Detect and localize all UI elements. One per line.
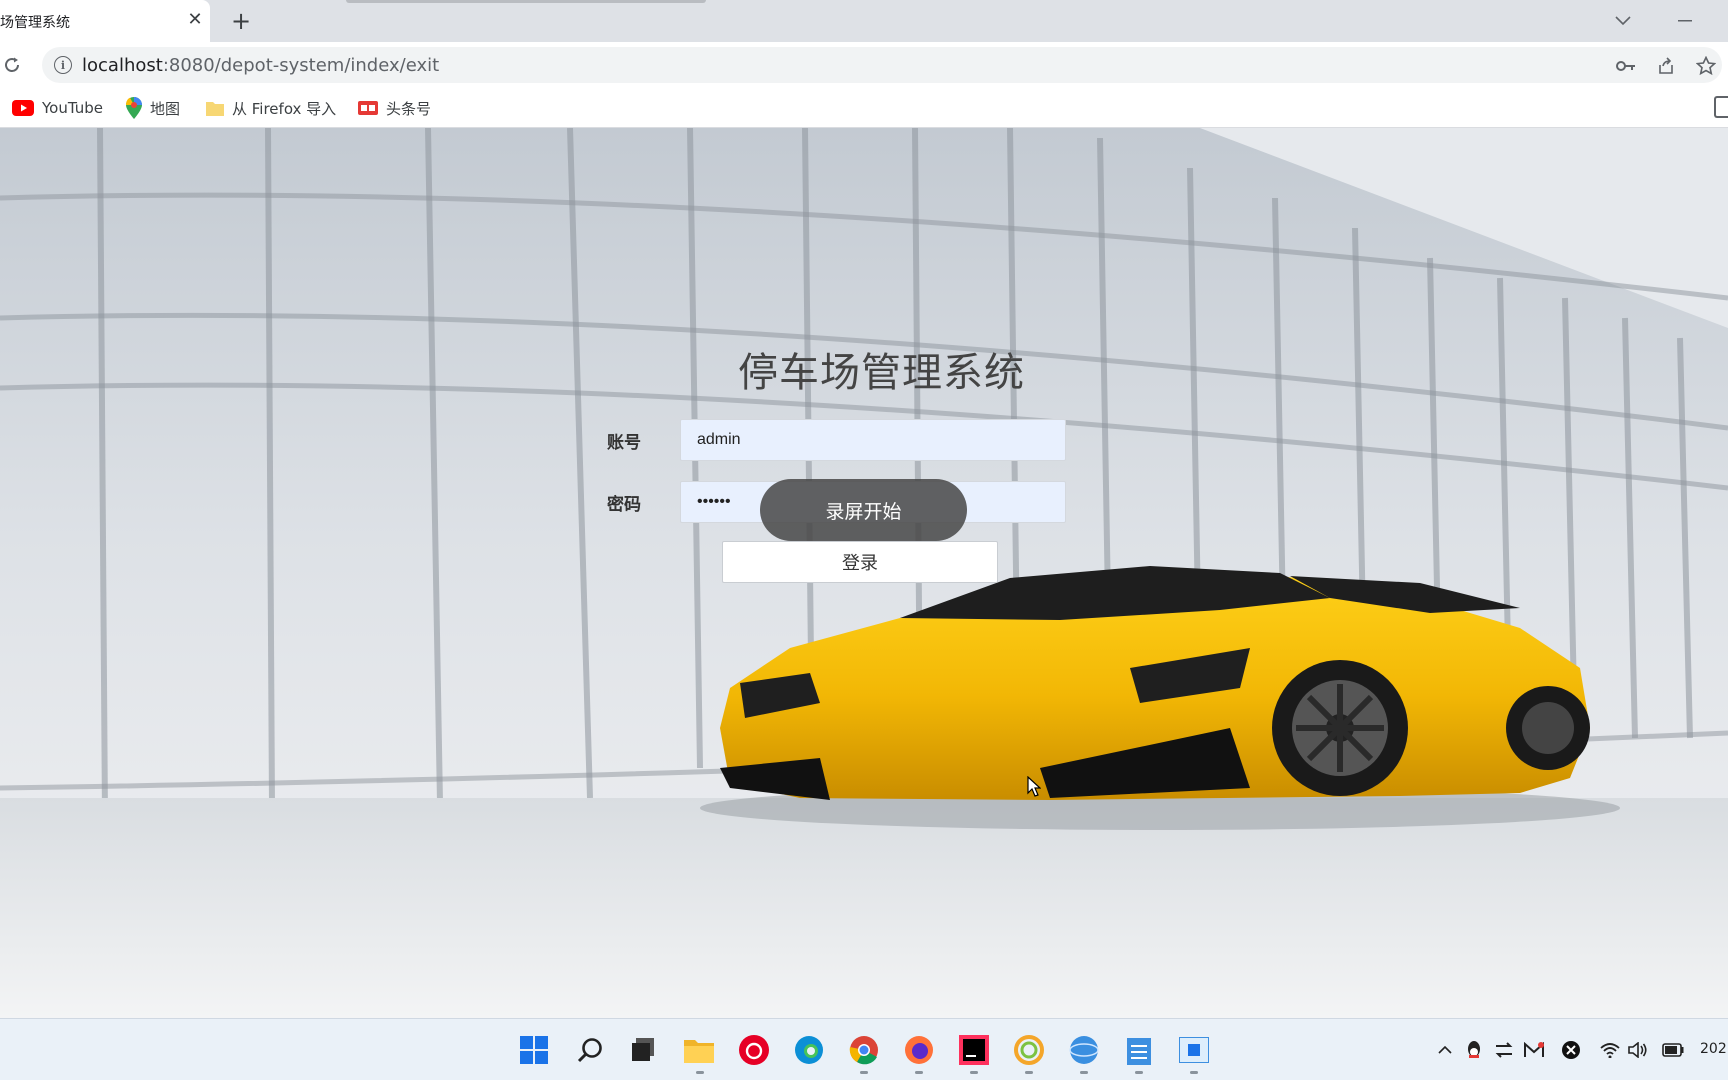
running-indicator (970, 1071, 978, 1074)
wifi-icon[interactable] (1599, 1039, 1621, 1061)
bookmark-maps[interactable]: 地图 (126, 96, 180, 120)
volume-icon[interactable] (1627, 1039, 1649, 1061)
login-title: 停车场管理系统 (738, 350, 1025, 396)
running-indicator (1135, 1071, 1143, 1074)
youtube-icon (12, 100, 34, 116)
running-indicator (1190, 1071, 1198, 1074)
bookmark-label: 头条号 (386, 99, 432, 118)
maps-pin-icon (126, 97, 142, 119)
site-info-icon[interactable]: i (54, 56, 72, 74)
app-circle-icon[interactable] (1012, 1033, 1046, 1067)
screen-share-indicator (346, 0, 706, 3)
browser-toolbar: i localhost:8080/depot-system/index/exit (0, 42, 1728, 88)
minimize-window-icon[interactable] (1670, 8, 1700, 34)
tab-search-chevron-icon[interactable] (1610, 8, 1636, 34)
account-label: 账号 (607, 433, 641, 453)
login-button[interactable]: 登录 (722, 541, 998, 583)
search-icon[interactable] (573, 1033, 607, 1067)
reload-icon[interactable] (0, 51, 24, 79)
running-indicator (1080, 1071, 1088, 1074)
bookmark-label: YouTube (42, 99, 103, 117)
bookmark-label: 地图 (150, 99, 181, 118)
running-indicator (696, 1071, 704, 1074)
close-circle-icon[interactable] (1561, 1039, 1581, 1061)
file-explorer-icon[interactable] (682, 1033, 716, 1067)
qq-icon[interactable] (1465, 1039, 1483, 1061)
bookmark-label: 从 Firefox 导入 (232, 99, 337, 118)
running-indicator (860, 1071, 868, 1074)
chrome-icon[interactable] (847, 1033, 881, 1067)
bookmark-star-icon[interactable] (1694, 54, 1718, 78)
tab-active[interactable]: 场管理系统 ✕ (0, 0, 210, 42)
browser-globe-icon[interactable] (1067, 1033, 1101, 1067)
tray-overflow-chevron-icon[interactable] (1436, 1039, 1454, 1061)
intellij-icon[interactable] (957, 1033, 991, 1067)
running-indicator (1025, 1071, 1033, 1074)
close-tab-icon[interactable]: ✕ (184, 9, 206, 31)
transfer-icon[interactable] (1493, 1039, 1515, 1061)
account-input[interactable] (680, 419, 1066, 461)
mouse-cursor-icon (1027, 776, 1041, 797)
netease-music-icon[interactable] (737, 1033, 771, 1067)
start-icon[interactable] (517, 1033, 551, 1067)
screen-record-toast: 录屏开始 (760, 479, 967, 541)
battery-icon[interactable] (1660, 1039, 1686, 1061)
edge-icon[interactable] (792, 1033, 826, 1067)
toutiao-icon (358, 101, 378, 115)
notepad-icon[interactable] (1122, 1033, 1156, 1067)
url-text[interactable]: localhost:8080/depot-system/index/exit (82, 55, 439, 76)
task-view-icon[interactable] (626, 1033, 660, 1067)
address-bar[interactable]: i localhost:8080/depot-system/index/exit (42, 47, 1722, 83)
running-indicator (915, 1071, 923, 1074)
bookmark-firefox-import[interactable]: 从 Firefox 导入 (206, 96, 336, 120)
login-page: 停车场管理系统 账号 密码 登录 录屏开始 (0, 128, 1728, 1018)
firefox-icon[interactable] (902, 1033, 936, 1067)
password-label: 密码 (607, 495, 641, 515)
mail-icon[interactable] (1523, 1039, 1545, 1061)
bookmarks-bar: YouTube 地图 从 Firefox 导入 头条号 (0, 88, 1728, 128)
tab-title: 场管理系统 (0, 15, 70, 31)
reading-list-icon[interactable] (1714, 96, 1728, 118)
bookmark-youtube[interactable]: YouTube (12, 96, 103, 120)
folder-icon (206, 100, 224, 116)
windows-taskbar: 202 (0, 1018, 1728, 1080)
share-icon[interactable] (1654, 54, 1678, 78)
key-icon[interactable] (1614, 54, 1638, 78)
taskbar-clock[interactable]: 202 (1700, 1041, 1727, 1057)
window-app-icon[interactable] (1177, 1033, 1211, 1067)
bookmark-toutiao[interactable]: 头条号 (358, 96, 431, 120)
new-tab-button[interactable]: + (228, 8, 254, 34)
tab-strip: 场管理系统 ✕ + (0, 0, 1728, 42)
